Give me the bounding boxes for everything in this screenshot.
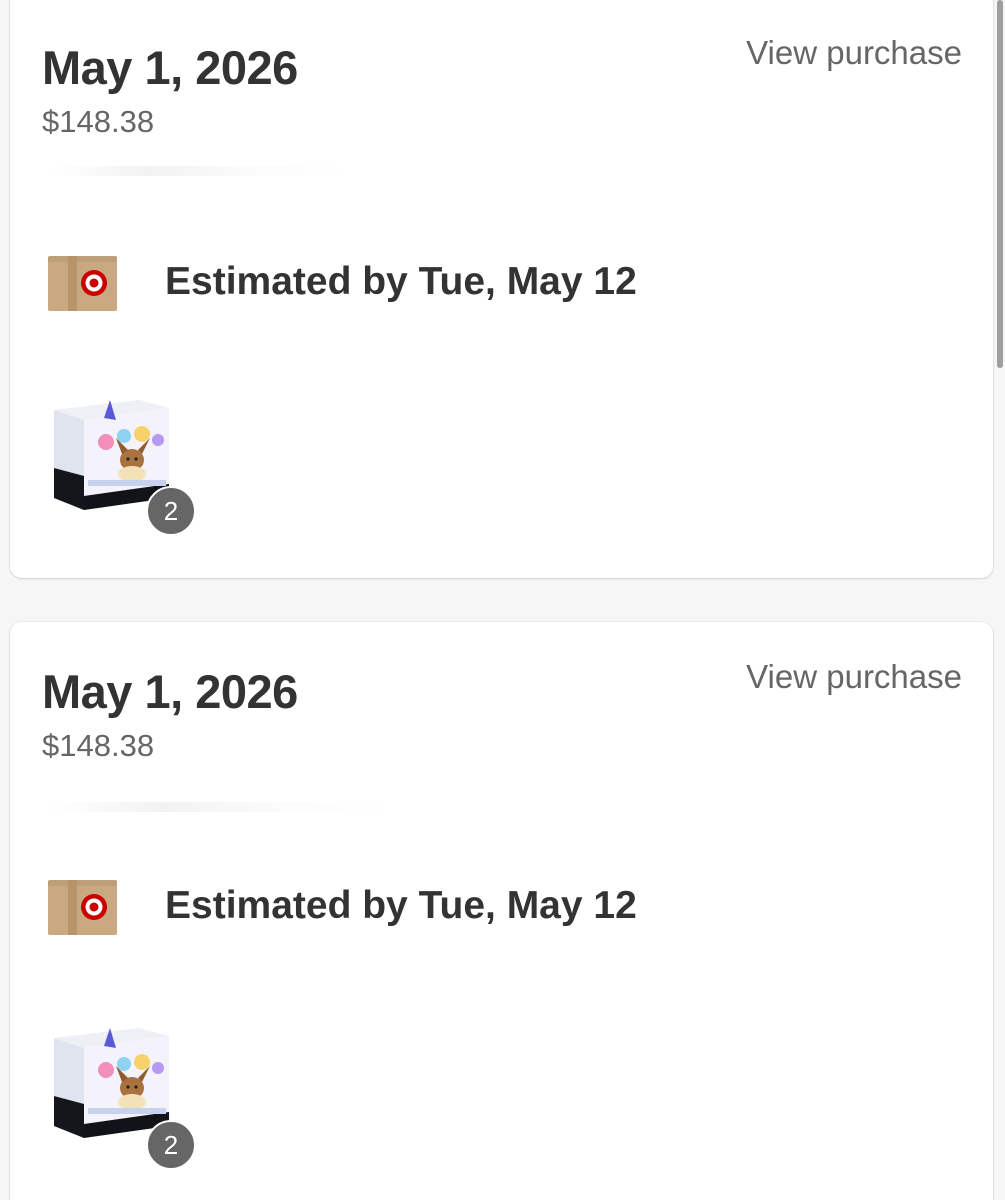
divider	[50, 166, 350, 176]
order-total: $148.38	[42, 104, 155, 139]
order-card: May 1, 2026 $148.38 View purchase Estima…	[10, 0, 993, 578]
order-date: May 1, 2026	[42, 665, 298, 718]
target-logo-icon	[81, 894, 107, 920]
purchase-history-page: May 1, 2026 $148.38 View purchase Estima…	[0, 0, 1005, 1200]
delivery-estimate: Estimated by Tue, May 12	[165, 260, 637, 303]
delivery-estimate-row: Estimated by Tue, May 12	[48, 878, 963, 938]
divider	[50, 802, 390, 812]
target-shipping-box-icon	[48, 256, 117, 311]
target-logo-icon	[81, 270, 107, 296]
delivery-estimate: Estimated by Tue, May 12	[165, 884, 637, 927]
view-purchase-link[interactable]: View purchase	[746, 34, 962, 72]
scrollbar[interactable]	[997, 0, 1003, 368]
product-thumbnail[interactable]	[44, 1026, 169, 1141]
quantity-badge: 2	[146, 1120, 196, 1170]
quantity-badge: 2	[146, 486, 196, 536]
target-shipping-box-icon	[48, 880, 117, 935]
delivery-estimate-row: Estimated by Tue, May 12	[48, 254, 963, 314]
view-purchase-link[interactable]: View purchase	[746, 658, 962, 696]
order-total: $148.38	[42, 728, 155, 763]
order-date: May 1, 2026	[42, 41, 298, 94]
order-card: May 1, 2026 $148.38 View purchase Estima…	[10, 622, 993, 1200]
